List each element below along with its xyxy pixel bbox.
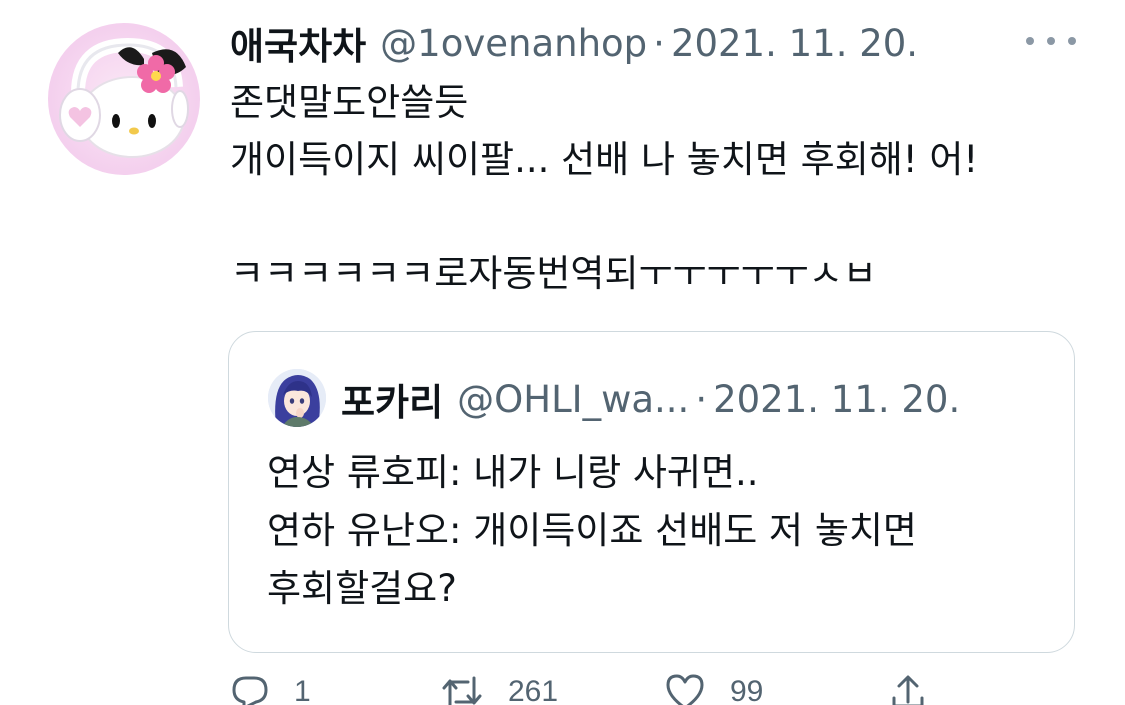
retweet-button[interactable]: 261 (440, 672, 558, 705)
heart-icon (666, 674, 704, 705)
reply-icon (232, 676, 268, 705)
retweet-icon (442, 676, 482, 705)
header-separator: · (653, 21, 665, 65)
quoted-date[interactable]: 2021. 11. 20. (713, 378, 960, 421)
quoted-header-separator: · (695, 377, 708, 421)
like-count: 99 (730, 675, 764, 705)
tweet: 애국차차 @1ovenanhop · 2021. 11. 20. 존댓말도안쓸듯… (0, 0, 1125, 705)
retweet-count: 261 (508, 675, 559, 705)
author-display-name[interactable]: 애국차차 (230, 16, 366, 70)
quoted-tweet[interactable]: 포카리 @OHLI_wa... · 2021. 11. 20. 연상 류호피: … (228, 331, 1075, 653)
tweet-text: 존댓말도안쓸듯 개이득이지 씨이팔... 선배 나 놓치면 후회해! 어! ㅋㅋ… (230, 81, 979, 295)
share-icon (892, 675, 924, 705)
tweet-header: 애국차차 @1ovenanhop · 2021. 11. 20. (230, 16, 918, 70)
more-horizontal-icon[interactable] (1026, 26, 1076, 56)
quoted-handle[interactable]: @OHLI_wa... (457, 378, 689, 421)
quoted-author-avatar[interactable] (268, 369, 326, 427)
tweet-date[interactable]: 2021. 11. 20. (671, 22, 918, 65)
like-button[interactable]: 99 (664, 672, 763, 705)
reply-button[interactable]: 1 (230, 672, 311, 705)
quoted-display-name[interactable]: 포카리 (341, 372, 443, 426)
quoted-tweet-header: 포카리 @OHLI_wa... · 2021. 11. 20. (341, 372, 960, 426)
quoted-tweet-text: 연상 류호피: 내가 니랑 사귀면.. 연하 유난오: 개이득이죠 선배도 저 … (267, 451, 917, 610)
share-button[interactable] (888, 672, 928, 705)
author-handle[interactable]: @1ovenanhop (380, 22, 647, 65)
reply-count: 1 (294, 675, 311, 705)
author-avatar[interactable] (48, 23, 200, 175)
action-bar: 1 261 99 (230, 672, 1060, 705)
